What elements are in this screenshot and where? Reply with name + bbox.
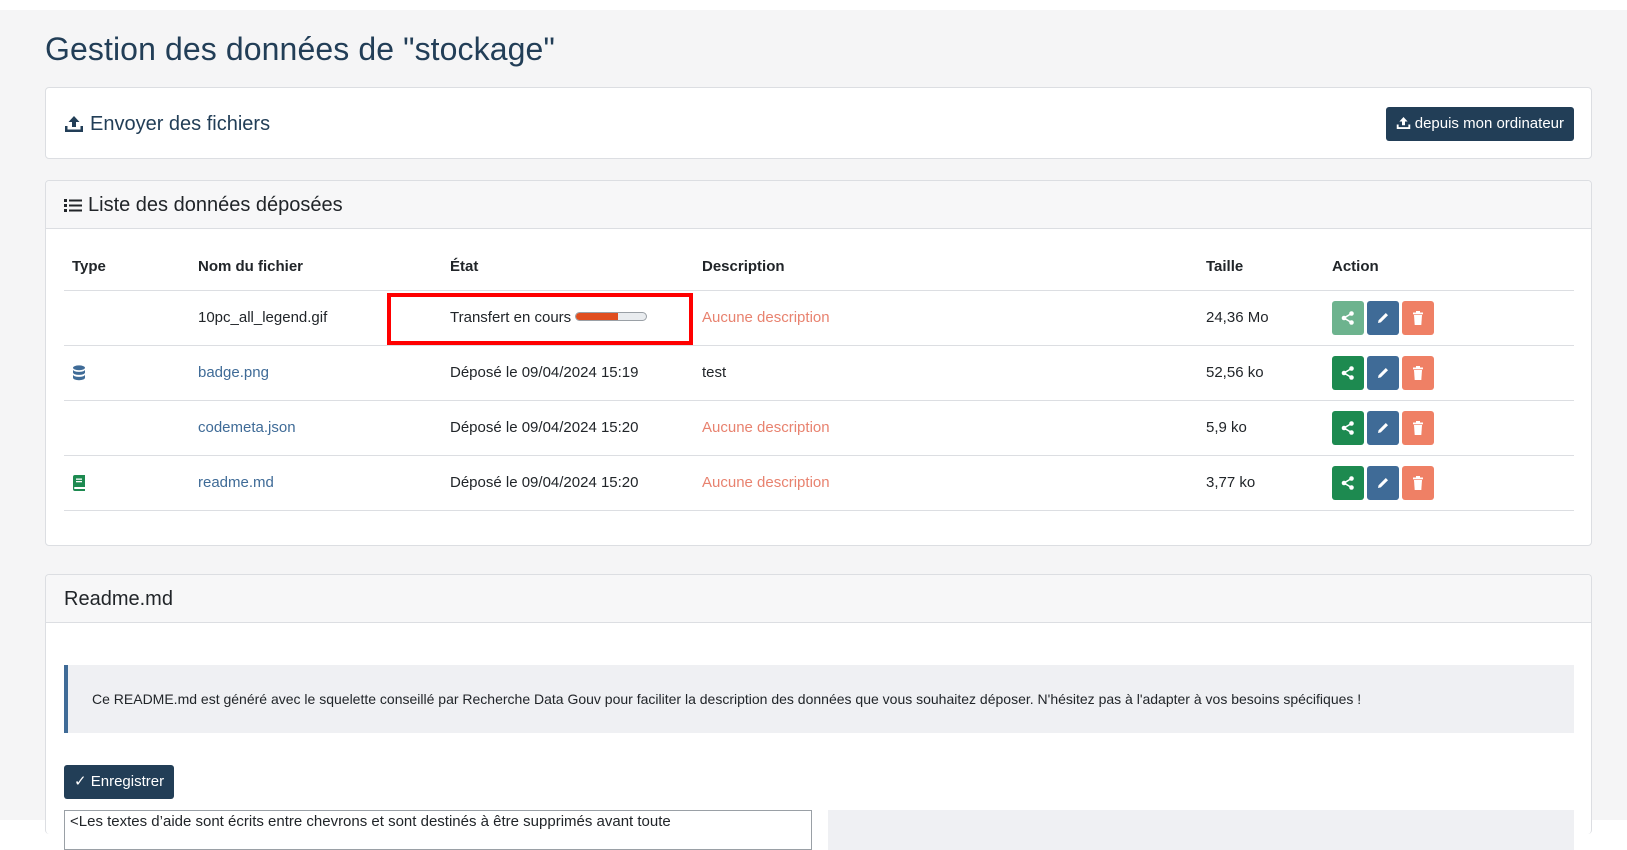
table-row: readme.md Déposé le 09/04/2024 15:20 Auc… [64, 455, 1574, 511]
file-type-cell [64, 345, 190, 401]
upload-button-label: depuis mon ordinateur [1414, 115, 1564, 132]
file-type-cell [64, 290, 190, 346]
upload-icon [1396, 117, 1410, 129]
column-header-state[interactable]: État [442, 244, 694, 291]
file-description[interactable]: Aucune description [694, 455, 1198, 511]
file-description[interactable]: test [694, 345, 1198, 401]
readme-card: Readme.md Ce README.md est généré avec l… [45, 574, 1592, 850]
file-name-link[interactable]: badge.png [190, 345, 442, 401]
pencil-icon [1378, 422, 1388, 433]
list-icon [64, 199, 82, 213]
table-header-row: Type Nom du fichier État Description Tai… [64, 244, 1574, 291]
column-header-description[interactable]: Description [694, 244, 1198, 291]
table-row: 10pc_all_legend.gif Transfert en cours A… [64, 290, 1574, 346]
upload-progress-bar [575, 312, 648, 321]
files-list-title: Liste des données déposées [88, 194, 343, 216]
files-table: Type Nom du fichier État Description Tai… [64, 244, 1574, 511]
page-title: Gestion des données de "stockage" [45, 31, 555, 67]
file-name-link[interactable]: codemeta.json [190, 400, 442, 456]
column-header-type[interactable]: Type [64, 244, 190, 291]
file-description[interactable]: Aucune description [694, 290, 1198, 346]
upload-card: Envoyer des fichiers depuis mon ordinate… [45, 87, 1592, 159]
readme-preview [828, 810, 1574, 850]
pencil-icon [1378, 312, 1388, 323]
files-list-header: Liste des données déposées [46, 181, 1591, 229]
trash-icon [1413, 365, 1423, 380]
file-size: 52,56 ko [1198, 345, 1324, 401]
readme-title: Readme.md [64, 588, 173, 610]
share-icon [1341, 420, 1354, 435]
delete-button[interactable] [1402, 410, 1434, 445]
file-size: 24,36 Mo [1198, 290, 1324, 346]
upload-title-text: Envoyer des fichiers [90, 113, 271, 135]
database-icon [73, 365, 85, 381]
file-state: Déposé le 09/04/2024 15:19 [442, 345, 694, 401]
column-header-size[interactable]: Taille [1198, 244, 1324, 291]
column-header-name[interactable]: Nom du fichier [190, 244, 442, 291]
file-actions [1324, 400, 1574, 456]
trash-icon [1413, 420, 1423, 435]
file-actions [1324, 455, 1574, 511]
file-name: 10pc_all_legend.gif [190, 290, 442, 346]
share-button[interactable] [1332, 410, 1364, 445]
delete-button[interactable] [1402, 355, 1434, 390]
save-button[interactable]: ✓ Enregistrer [64, 765, 175, 799]
table-row: badge.png Déposé le 09/04/2024 15:19 tes… [64, 345, 1574, 401]
file-name-link[interactable]: readme.md [190, 455, 442, 511]
share-icon [1341, 365, 1354, 380]
file-type-cell [64, 400, 190, 456]
file-state: Déposé le 09/04/2024 15:20 [442, 455, 694, 511]
share-icon [1341, 310, 1354, 325]
upload-from-computer-button[interactable]: depuis mon ordinateur [1385, 107, 1574, 141]
pencil-icon [1378, 367, 1388, 378]
share-button[interactable] [1332, 300, 1364, 335]
edit-button[interactable] [1367, 465, 1399, 500]
save-button-label: Enregistrer [90, 773, 165, 790]
trash-icon [1413, 475, 1423, 490]
file-size: 3,77 ko [1198, 455, 1324, 511]
readme-info-box: Ce README.md est généré avec le squelett… [64, 665, 1574, 733]
book-icon [73, 475, 85, 492]
file-type-cell [64, 455, 190, 511]
page-background: Gestion des données de "stockage" Envoye… [0, 10, 1627, 850]
readme-editor[interactable]: <Les textes d’aide sont écrits entre che… [64, 810, 812, 850]
edit-button[interactable] [1367, 300, 1399, 335]
delete-button[interactable] [1402, 465, 1434, 500]
readme-header: Readme.md [46, 575, 1591, 623]
file-state-text: Transfert en cours [450, 309, 572, 326]
upload-card-title: Envoyer des fichiers [64, 88, 270, 160]
edit-button[interactable] [1367, 410, 1399, 445]
file-state: Déposé le 09/04/2024 15:20 [442, 400, 694, 456]
table-row: codemeta.json Déposé le 09/04/2024 15:20… [64, 400, 1574, 456]
pencil-icon [1378, 477, 1388, 488]
column-header-action: Action [1324, 244, 1574, 291]
check-icon: ✓ [74, 773, 87, 790]
file-state: Transfert en cours [442, 290, 694, 346]
file-description[interactable]: Aucune description [694, 400, 1198, 456]
upload-icon [65, 116, 83, 132]
trash-icon [1413, 310, 1423, 325]
file-actions [1324, 290, 1574, 346]
file-actions [1324, 345, 1574, 401]
delete-button[interactable] [1402, 300, 1434, 335]
share-button[interactable] [1332, 465, 1364, 500]
upload-progress-fill [576, 313, 619, 320]
share-icon [1341, 475, 1354, 490]
edit-button[interactable] [1367, 355, 1399, 390]
share-button[interactable] [1332, 355, 1364, 390]
file-size: 5,9 ko [1198, 400, 1324, 456]
files-list-card: Liste des données déposées Type Nom du f… [45, 180, 1592, 546]
